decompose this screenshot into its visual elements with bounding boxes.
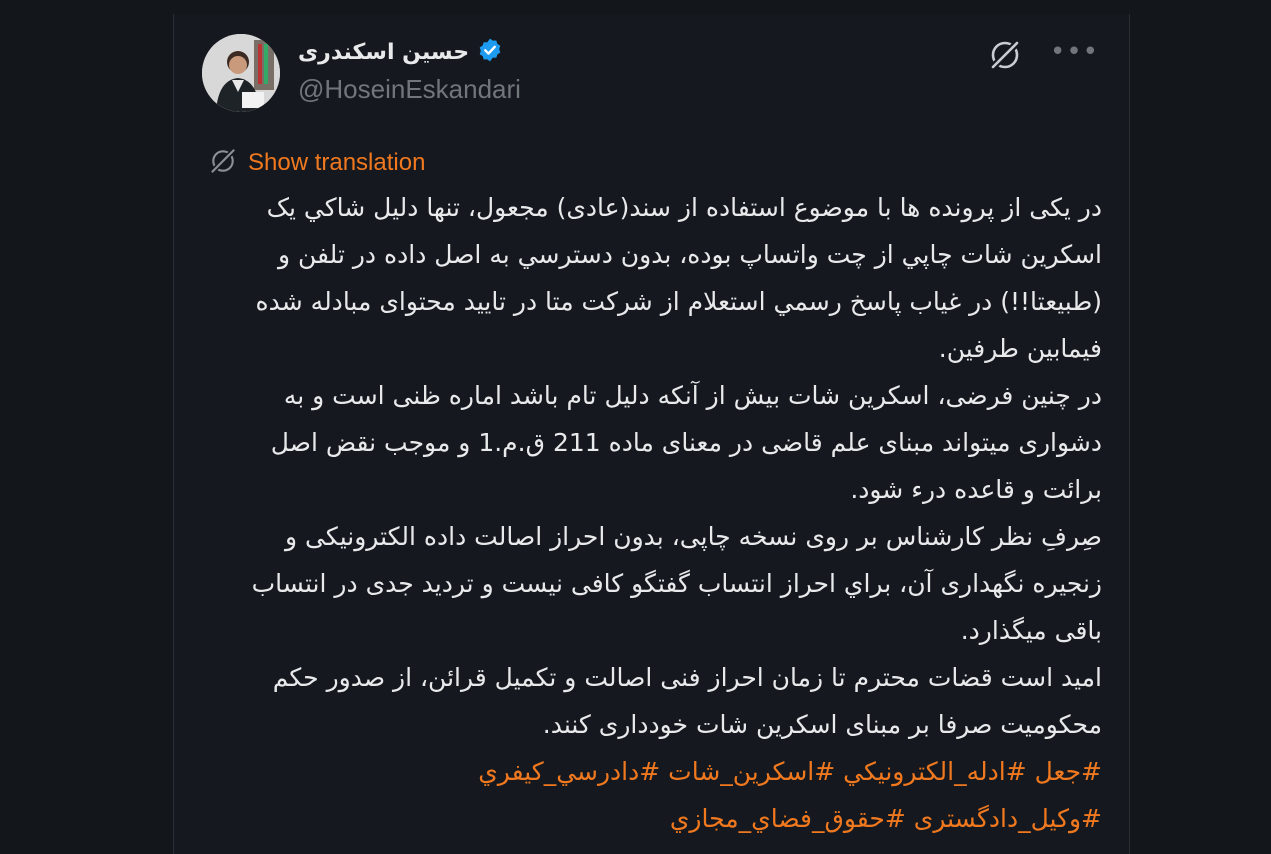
author-handle[interactable]: @HoseinEskandari [298, 74, 521, 105]
tweet-paragraph: امید است قضات محترم تا زمان احراز فنی اص… [272, 663, 1102, 739]
hashtag-link[interactable]: #ادله_الکترونیکي [843, 757, 1026, 786]
tweet-paragraph: در یکی از پرونده ها با موضوع استفاده از … [255, 193, 1102, 363]
hashtag-link[interactable]: #اسکرین_شات [668, 757, 835, 786]
show-translation-label: Show translation [248, 149, 426, 176]
grok-icon[interactable] [988, 38, 1022, 76]
more-icon[interactable]: ••• [1050, 39, 1099, 65]
translate-icon [208, 146, 238, 180]
tweet-card: حسین اسکندری @HoseinEskandari ••• Show t… [173, 14, 1130, 854]
hashtag-link[interactable]: #جعل [1035, 757, 1102, 786]
hashtag-link[interactable]: #وکیل_دادگستری [914, 804, 1102, 833]
tweet-paragraph: صِرفِ نظر کارشناس بر روی نسخه چاپی، بدون… [251, 522, 1102, 645]
top-actions: ••• [988, 38, 1099, 76]
author-name-row[interactable]: حسین اسکندری [298, 36, 503, 68]
tweet-paragraph: در چنین فرضی، اسکرین شات بیش از آنکه دلی… [270, 381, 1102, 504]
hashtag-link[interactable]: #دادرسي_کیفري [478, 757, 660, 786]
show-translation-button[interactable]: Show translation [208, 146, 425, 180]
hashtag-list: #جعل #ادله_الکترونیکي #اسکرین_شات #دادرس… [214, 748, 1102, 842]
tweet-text: در یکی از پرونده ها با موضوع استفاده از … [214, 184, 1102, 842]
author-name[interactable]: حسین اسکندری [298, 40, 469, 65]
avatar[interactable] [202, 34, 280, 112]
verified-badge-icon [477, 37, 503, 67]
hashtag-link[interactable]: #حقوق_فضاي_مجازي [670, 804, 906, 833]
